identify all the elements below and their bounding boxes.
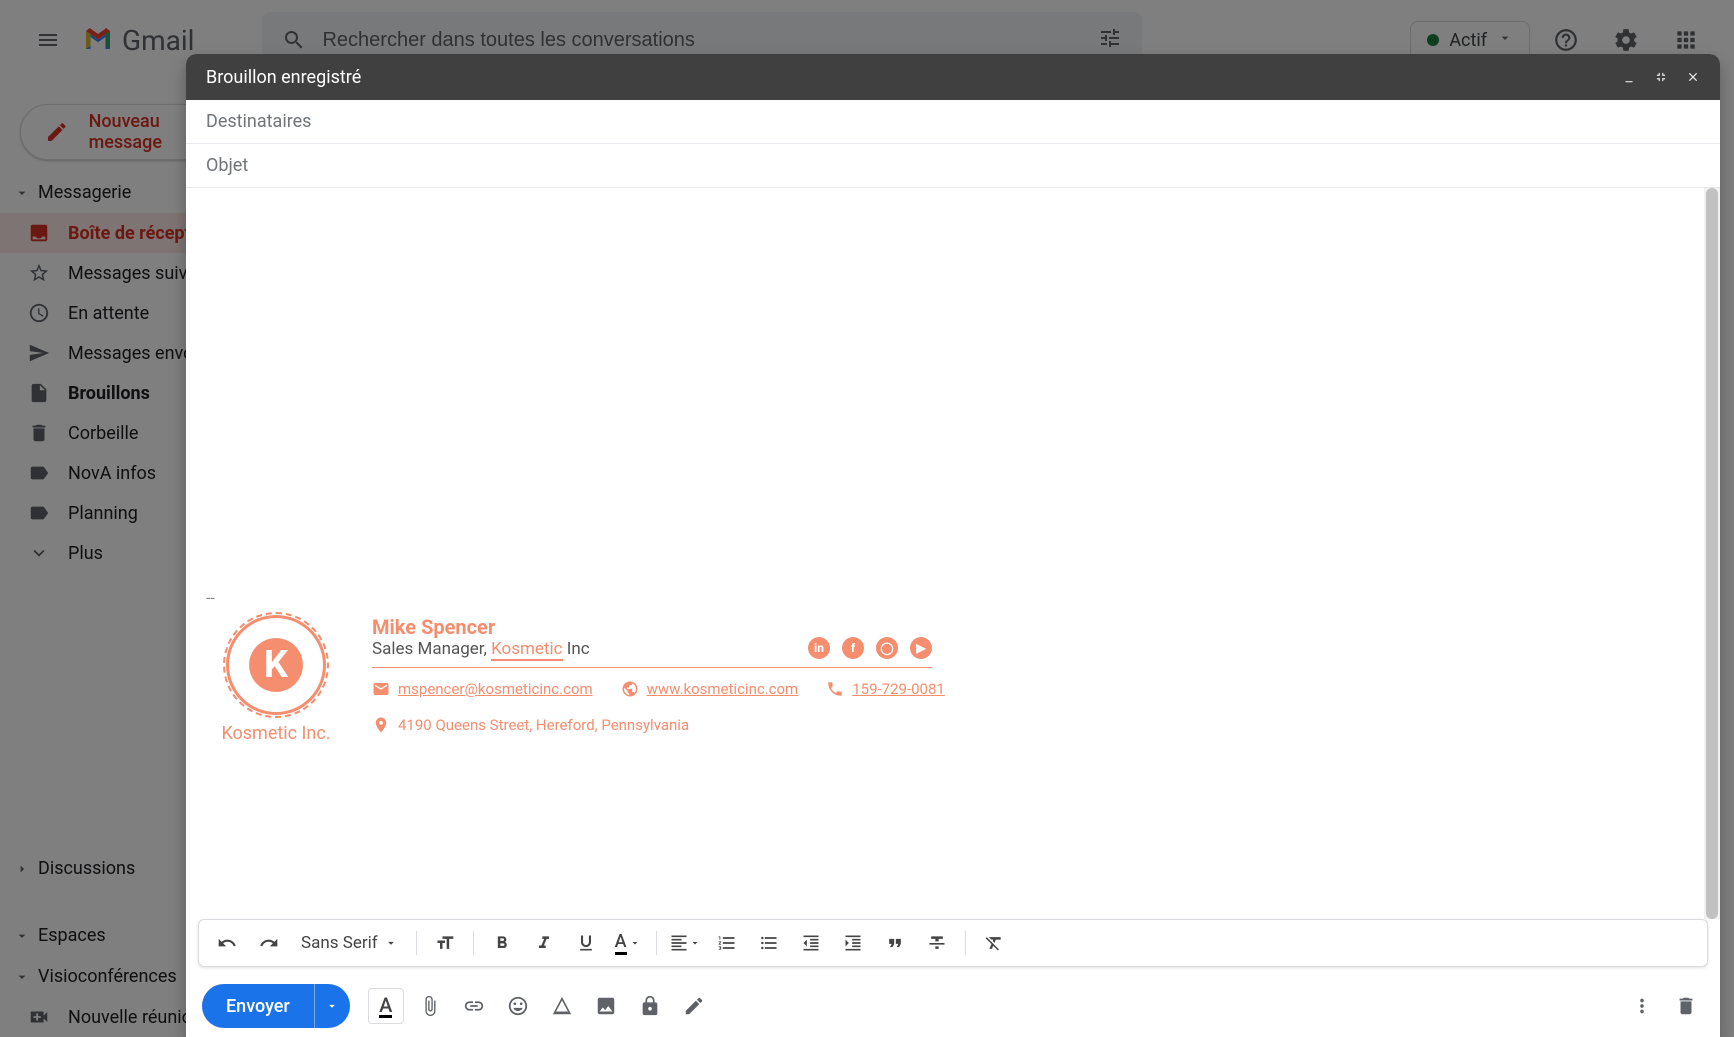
compose-title: Brouillon enregistré xyxy=(206,67,361,88)
label-icon xyxy=(28,462,50,484)
signature-name: Mike Spencer xyxy=(372,615,590,639)
bullet-list-button[interactable] xyxy=(751,925,787,961)
inbox-icon xyxy=(28,222,50,244)
main-menu-button[interactable] xyxy=(24,16,72,64)
send-row: Envoyer A xyxy=(186,975,1720,1037)
star-icon xyxy=(28,262,50,284)
location-icon xyxy=(372,716,390,734)
label-icon xyxy=(28,502,50,524)
signature-address: 4190 Queens Street, Hereford, Pennsylvan… xyxy=(372,716,1700,734)
emoji-button[interactable] xyxy=(500,988,536,1024)
clock-icon xyxy=(28,302,50,324)
compose-body[interactable]: -- K Kosmetic Inc. Mike Spencer Sales Ma… xyxy=(186,188,1720,919)
clear-format-button[interactable] xyxy=(976,925,1012,961)
strikethrough-button[interactable] xyxy=(919,925,955,961)
undo-button[interactable] xyxy=(209,925,245,961)
bold-button[interactable] xyxy=(484,925,520,961)
send-options-button[interactable] xyxy=(314,984,350,1028)
recipients-field[interactable]: Destinataires xyxy=(186,100,1720,144)
numbered-list-button[interactable] xyxy=(709,925,745,961)
redo-button[interactable] xyxy=(251,925,287,961)
facebook-icon[interactable]: f xyxy=(842,637,864,659)
signature-phone: 159-729-0081 xyxy=(826,680,945,698)
image-button[interactable] xyxy=(588,988,624,1024)
close-icon[interactable] xyxy=(1686,70,1700,84)
chevron-down-icon xyxy=(1497,30,1513,50)
status-dot-icon xyxy=(1427,34,1439,46)
send-button[interactable]: Envoyer xyxy=(202,984,350,1028)
font-select[interactable]: Sans Serif xyxy=(293,933,406,953)
instagram-icon[interactable]: ◯ xyxy=(876,637,898,659)
font-size-button[interactable] xyxy=(427,925,463,961)
discard-button[interactable] xyxy=(1668,988,1704,1024)
compose-header: Brouillon enregistré xyxy=(186,54,1720,100)
link-button[interactable] xyxy=(456,988,492,1024)
search-icon xyxy=(282,28,306,52)
search-input[interactable] xyxy=(322,29,1082,52)
scrollbar[interactable] xyxy=(1704,188,1720,919)
signature-logo: K Kosmetic Inc. xyxy=(206,615,346,744)
signature-separator: -- xyxy=(206,588,1700,607)
quote-button[interactable] xyxy=(877,925,913,961)
youtube-icon[interactable]: ▶ xyxy=(910,637,932,659)
indent-more-button[interactable] xyxy=(835,925,871,961)
phone-icon xyxy=(826,680,844,698)
signature-socials: in f ◯ ▶ xyxy=(808,637,932,659)
minimize-icon[interactable] xyxy=(1622,70,1636,84)
signature-email: mspencer@kosmeticinc.com xyxy=(372,680,593,698)
search-options-icon[interactable] xyxy=(1098,26,1122,54)
linkedin-icon[interactable]: in xyxy=(808,637,830,659)
send-icon xyxy=(28,342,50,364)
italic-button[interactable] xyxy=(526,925,562,961)
email-signature: K Kosmetic Inc. Mike Spencer Sales Manag… xyxy=(206,615,1700,744)
compose-dialog: Brouillon enregistré Destinataires Objet… xyxy=(186,54,1720,1037)
signature-website: www.kosmeticinc.com xyxy=(621,680,799,698)
video-call-icon xyxy=(28,1006,50,1028)
more-options-button[interactable] xyxy=(1624,988,1660,1024)
globe-icon xyxy=(621,680,639,698)
subject-field[interactable]: Objet xyxy=(186,144,1720,188)
signature-title: Sales Manager, Kosmetic Inc xyxy=(372,639,590,659)
format-toolbar: Sans Serif A xyxy=(198,919,1708,967)
align-button[interactable] xyxy=(667,925,703,961)
underline-button[interactable] xyxy=(568,925,604,961)
text-color-button[interactable]: A xyxy=(610,925,646,961)
drive-button[interactable] xyxy=(544,988,580,1024)
format-toggle-button[interactable]: A xyxy=(368,988,404,1024)
fullscreen-exit-icon[interactable] xyxy=(1654,70,1668,84)
confidential-button[interactable] xyxy=(632,988,668,1024)
chevron-down-icon xyxy=(28,542,50,564)
mail-icon xyxy=(372,680,390,698)
gmail-logo[interactable]: Gmail xyxy=(80,22,194,58)
draft-icon xyxy=(28,382,50,404)
signature-pen-button[interactable] xyxy=(676,988,712,1024)
attach-button[interactable] xyxy=(412,988,448,1024)
gmail-brand-text: Gmail xyxy=(122,24,194,57)
indent-less-button[interactable] xyxy=(793,925,829,961)
trash-icon xyxy=(28,422,50,444)
status-text: Actif xyxy=(1449,30,1487,51)
